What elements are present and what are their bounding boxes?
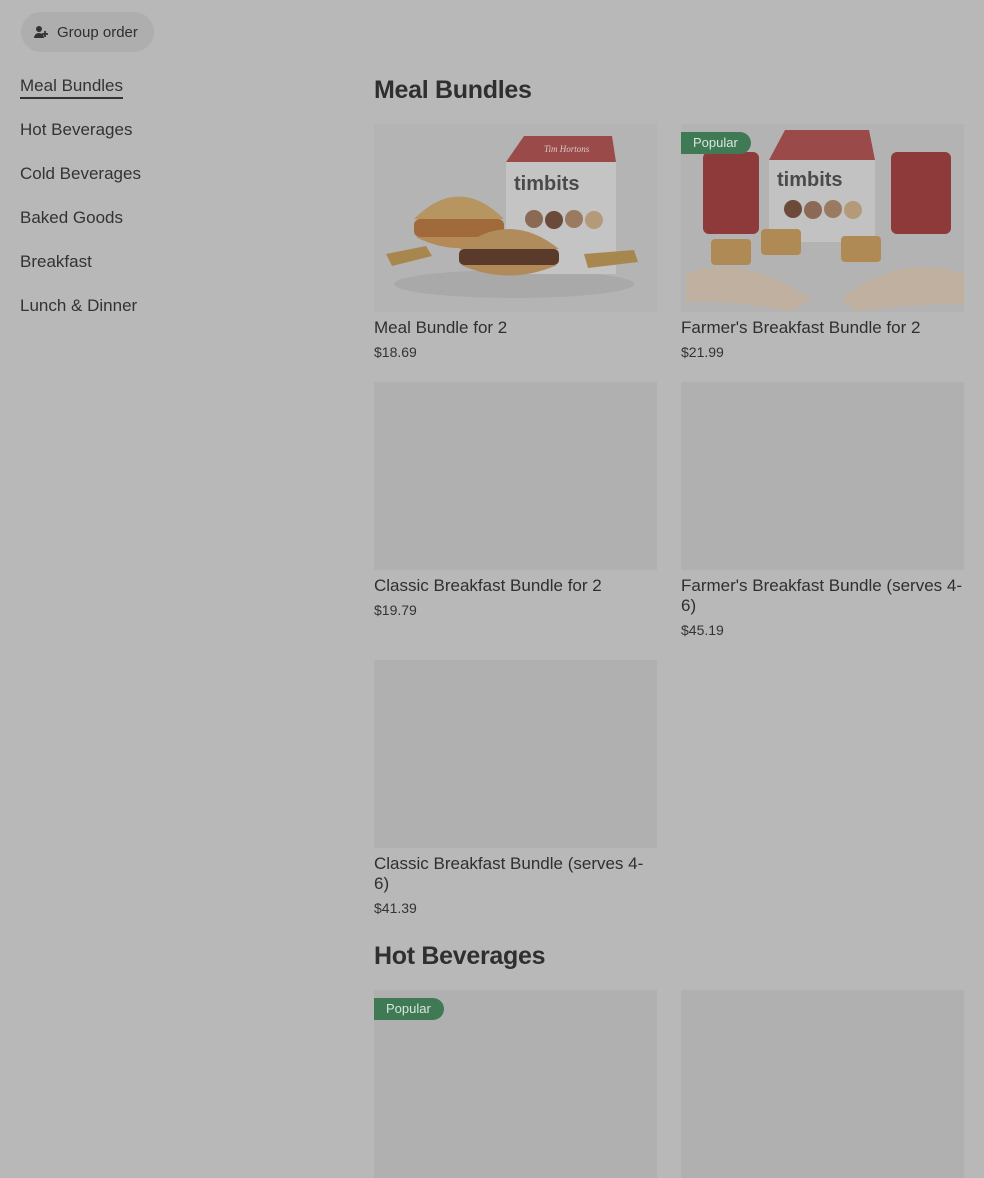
item-price: $18.69 bbox=[374, 344, 417, 360]
menu-item-card[interactable]: Popular bbox=[374, 990, 657, 1178]
section-title-hot-beverages: Hot Beverages bbox=[374, 942, 546, 970]
sidebar-item-breakfast[interactable]: Breakfast bbox=[20, 250, 320, 294]
group-order-button[interactable]: Group order bbox=[21, 12, 154, 52]
item-price: $21.99 bbox=[681, 344, 724, 360]
sidebar-item-baked-goods[interactable]: Baked Goods bbox=[20, 206, 320, 250]
menu-item-card[interactable]: Classic Breakfast Bundle (serves 4-6) $4… bbox=[374, 660, 657, 916]
item-image-placeholder: Popular bbox=[374, 990, 657, 1178]
menu-item-card[interactable]: timbits Tim Hortons Meal Bundle for 2 $1… bbox=[374, 124, 657, 360]
item-price: $45.19 bbox=[681, 622, 724, 638]
item-image-placeholder bbox=[681, 990, 964, 1178]
menu-item-card[interactable]: timbits Popular Farmer's Breakfast Bundl… bbox=[681, 124, 964, 360]
popular-badge: Popular bbox=[681, 132, 751, 154]
item-name: Classic Breakfast Bundle (serves 4-6) bbox=[374, 854, 644, 893]
item-price: $19.79 bbox=[374, 602, 417, 618]
sidebar-item-cold-beverages[interactable]: Cold Beverages bbox=[20, 162, 320, 206]
item-image-placeholder bbox=[374, 660, 657, 848]
group-order-label: Group order bbox=[57, 23, 138, 41]
box-brand-text: timbits bbox=[514, 173, 580, 195]
add-person-icon bbox=[33, 24, 49, 40]
item-price: $41.39 bbox=[374, 900, 417, 916]
item-image-placeholder bbox=[374, 382, 657, 570]
section-title-meal-bundles: Meal Bundles bbox=[374, 76, 532, 104]
sidebar-item-meal-bundles[interactable]: Meal Bundles bbox=[20, 74, 320, 118]
menu-item-card[interactable] bbox=[681, 990, 964, 1178]
farmers-bundle-image: timbits Popular bbox=[681, 124, 964, 312]
category-sidebar: Meal Bundles Hot Beverages Cold Beverage… bbox=[20, 74, 320, 338]
item-image-placeholder bbox=[681, 382, 964, 570]
popular-badge: Popular bbox=[374, 998, 444, 1020]
menu-item-card[interactable]: Classic Breakfast Bundle for 2 $19.79 bbox=[374, 382, 657, 618]
item-name: Meal Bundle for 2 bbox=[374, 318, 508, 337]
box-brand-text: timbits bbox=[777, 169, 843, 191]
item-name: Classic Breakfast Bundle for 2 bbox=[374, 576, 602, 595]
item-name: Farmer's Breakfast Bundle (serves 4-6) bbox=[681, 576, 963, 615]
meal-bundle-image: timbits Tim Hortons bbox=[374, 124, 657, 312]
item-name: Farmer's Breakfast Bundle for 2 bbox=[681, 318, 921, 337]
box-logo-text: Tim Hortons bbox=[544, 144, 590, 154]
sidebar-item-hot-beverages[interactable]: Hot Beverages bbox=[20, 118, 320, 162]
sidebar-item-lunch-dinner[interactable]: Lunch & Dinner bbox=[20, 294, 320, 338]
menu-item-card[interactable]: Farmer's Breakfast Bundle (serves 4-6) $… bbox=[681, 382, 964, 638]
